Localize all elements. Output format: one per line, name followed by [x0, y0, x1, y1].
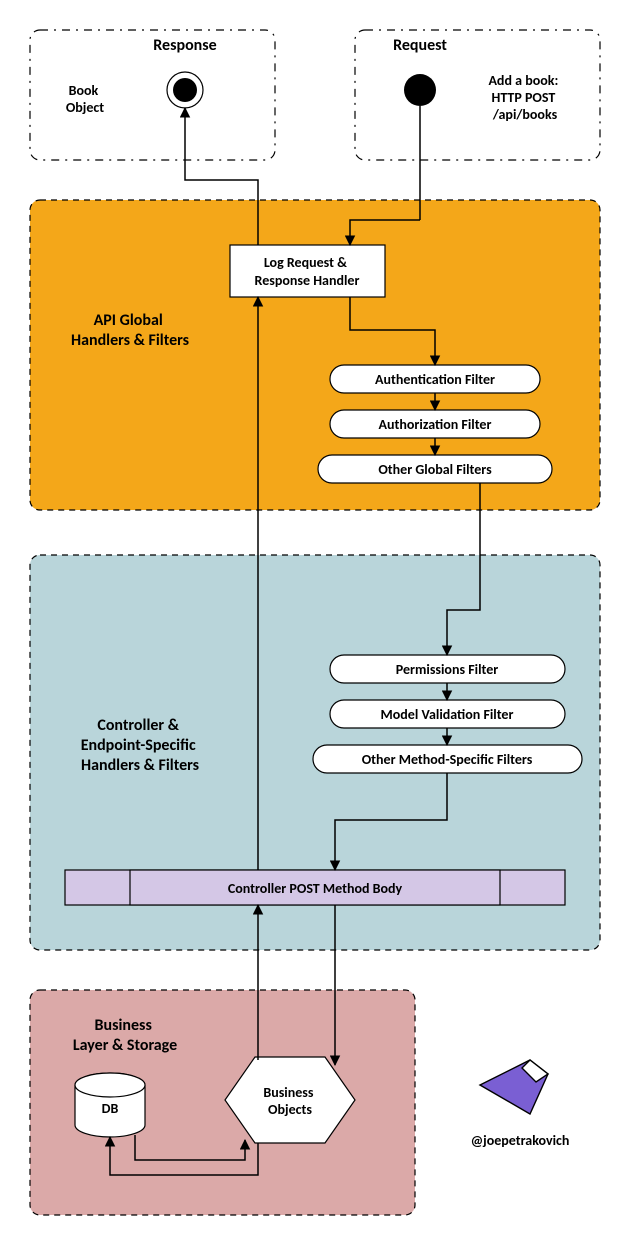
other-method-filter-label: Other Method-Specific Filters	[362, 751, 533, 768]
response-caption: Book Object	[66, 82, 104, 116]
authz-filter-label: Authorization Filter	[379, 416, 492, 433]
other-global-filter-label: Other Global Filters	[378, 461, 492, 478]
request-caption: Add a book: HTTP POST /api/books	[488, 72, 561, 123]
request-start-node	[404, 74, 436, 106]
request-container	[355, 30, 600, 160]
permissions-filter-label: Permissions Filter	[396, 661, 499, 678]
response-endpoint-inner	[173, 78, 197, 102]
auth-filter-label: Authentication Filter	[375, 371, 495, 388]
response-title: Response	[153, 36, 216, 55]
db-label: DB	[102, 1100, 119, 1117]
log-handler-box	[230, 245, 385, 297]
business-objects-label: Business Objects	[263, 1084, 316, 1118]
validation-filter-label: Model Validation Filter	[381, 706, 514, 723]
logo-icon	[480, 1060, 548, 1114]
method-body-label: Controller POST Method Body	[228, 880, 403, 897]
request-title: Request	[393, 36, 447, 55]
log-handler-label: Log Request & Response Handler	[255, 254, 360, 289]
controller-section-title: Controller & Endpoint-Specific Handlers …	[81, 716, 200, 775]
credit-text: @joepetrakovich	[471, 1132, 570, 1149]
